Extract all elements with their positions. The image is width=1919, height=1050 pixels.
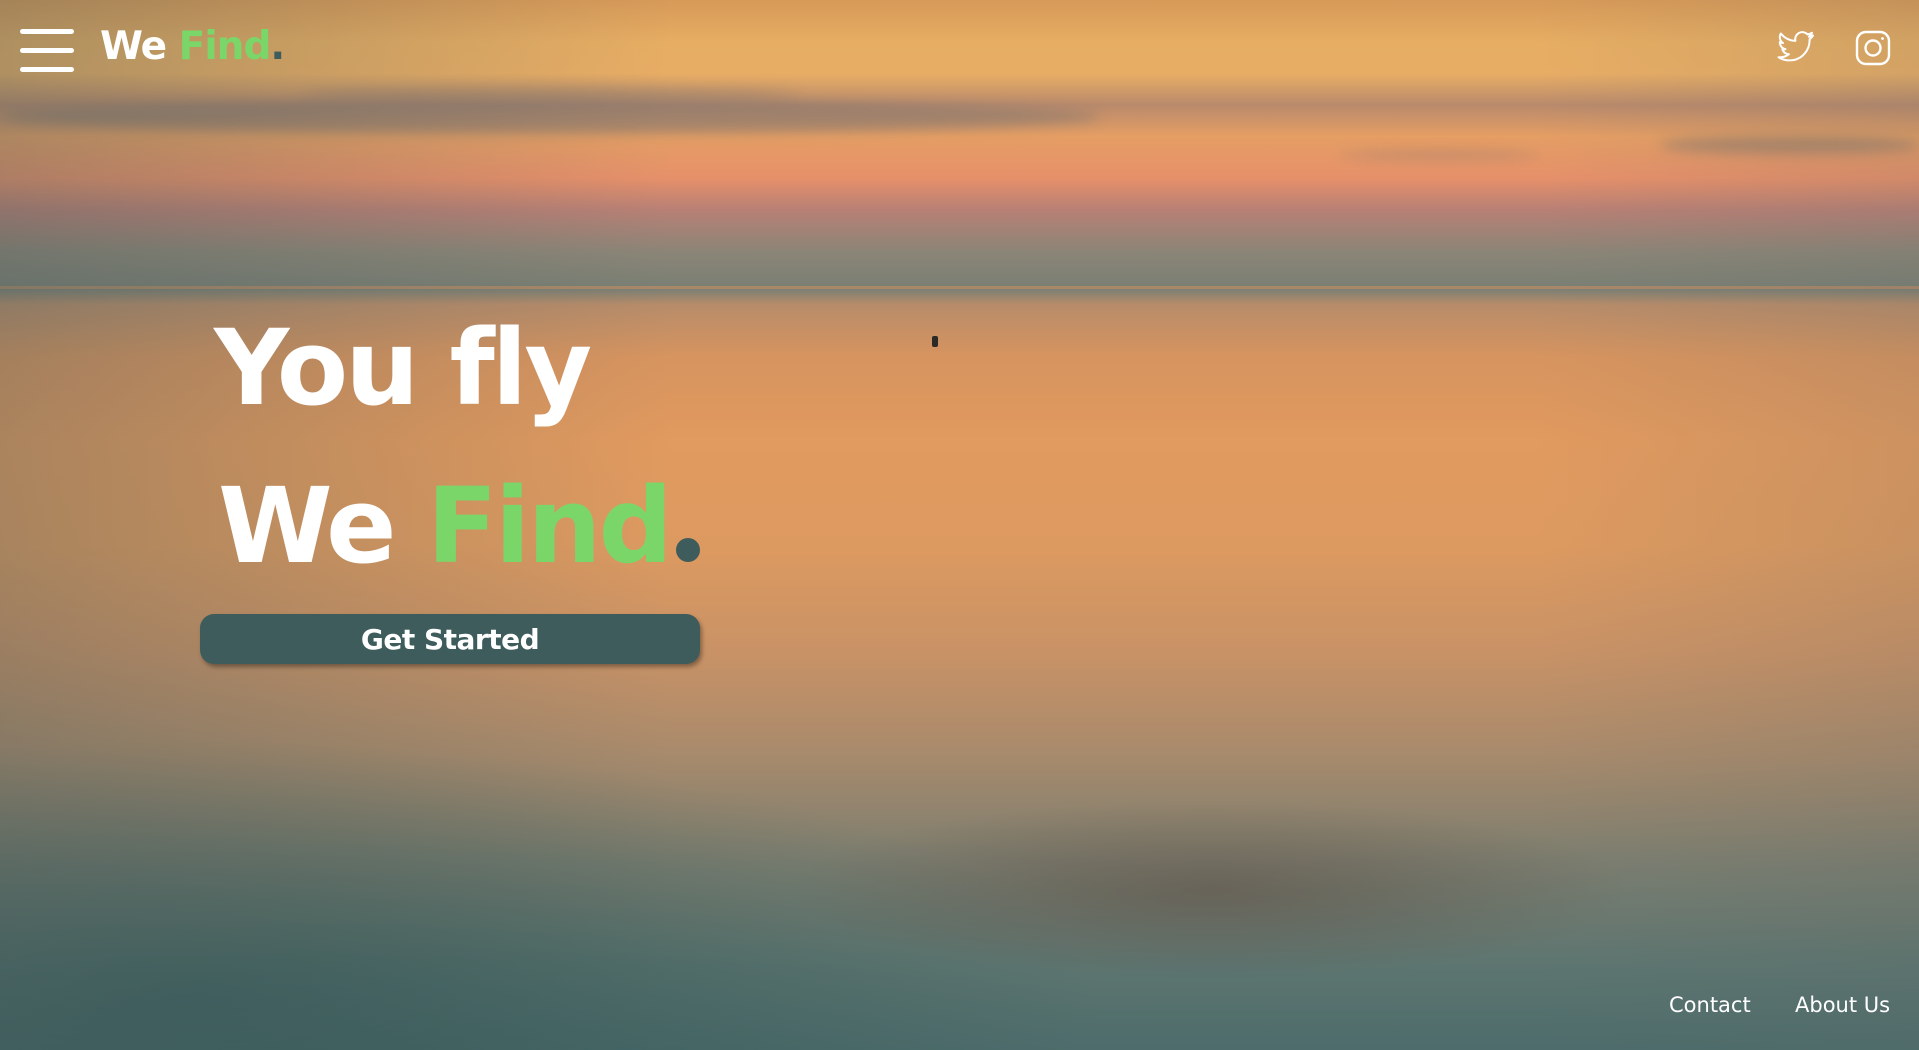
menu-bar [20,29,74,34]
hero-headline-line1: You fly [214,307,592,429]
menu-bar [20,48,74,53]
hero-find: Find [426,465,673,587]
logo[interactable]: We Find. [100,24,285,69]
hero-dot [675,538,700,562]
hamburger-menu-icon[interactable] [20,29,74,73]
logo-find: Find [178,24,272,69]
twitter-icon[interactable] [1776,28,1816,68]
hero-headline-line2: We Find [218,474,700,578]
about-us-link[interactable]: About Us [1795,993,1890,1017]
get-started-button[interactable]: Get Started [200,614,700,664]
logo-dot: . [270,24,285,69]
menu-bar [20,67,74,72]
instagram-icon[interactable] [1853,28,1893,68]
logo-we: We [100,24,167,69]
hero-we: We [218,465,397,587]
contact-link[interactable]: Contact [1669,993,1751,1017]
